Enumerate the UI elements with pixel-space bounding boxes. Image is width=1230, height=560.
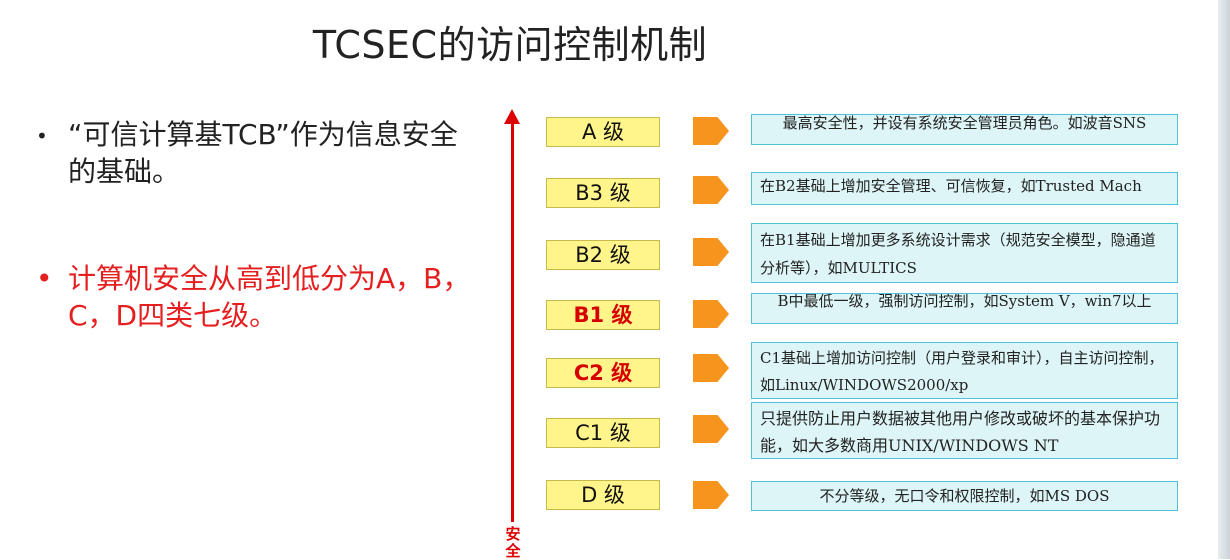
slide-edge [1218, 0, 1230, 559]
level-b1-box: B1 级 [546, 300, 660, 330]
bullet-tcb: • “可信计算基TCB”作为信息安全的基础。 [36, 116, 476, 190]
pentagon-arrow-icon [693, 176, 729, 204]
level-c2-box: C2 级 [546, 358, 660, 388]
level-a-desc: 最高安全性，并设有系统安全管理员角色。如波音SNS [751, 114, 1178, 145]
slide-title: TCSEC的访问控制机制 [312, 23, 708, 67]
level-c2-desc: C1基础上增加访问控制（用户登录和审计），自主访问控制，如Linux/WINDO… [751, 342, 1178, 399]
pentagon-arrow-icon [693, 481, 729, 509]
pentagon-arrow-icon [693, 117, 729, 145]
pentagon-arrow-icon [693, 415, 729, 443]
arrow-up-icon [504, 109, 520, 124]
level-d-box: D 级 [546, 480, 660, 510]
pentagon-arrow-icon [693, 354, 729, 382]
pentagon-arrow-icon [693, 300, 729, 328]
security-axis-line [511, 122, 514, 522]
level-c1-desc: 只提供防止用户数据被其他用户修改或破坏的基本保护功能，如大多数商用UNIX/WI… [751, 402, 1178, 459]
bullet-levels: • 计算机安全从高到低分为A，B，C，D四类七级。 [36, 260, 476, 334]
pentagon-arrow-icon [693, 238, 729, 266]
bullet-text: “可信计算基TCB”作为信息安全的基础。 [68, 118, 458, 188]
level-c1-box: C1 级 [546, 418, 660, 448]
level-a-box: A 级 [546, 117, 660, 147]
security-axis-label: 安全 [505, 525, 521, 560]
level-b3-box: B3 级 [546, 178, 660, 208]
bullet-text: 计算机安全从高到低分为A，B，C，D四类七级。 [68, 262, 471, 332]
level-b2-box: B2 级 [546, 240, 660, 270]
level-b3-desc: 在B2基础上增加安全管理、可信恢复，如Trusted Mach [751, 172, 1178, 205]
level-d-desc: 不分等级，无口令和权限控制，如MS DOS [751, 481, 1178, 511]
bullet-marker: • [36, 262, 53, 295]
bullet-marker: • [36, 124, 48, 148]
level-b2-desc: 在B1基础上增加更多系统设计需求（规范安全模型，隐通道分析等），如MULTICS [751, 223, 1178, 283]
level-b1-desc: B中最低一级，强制访问控制，如System V，win7以上 [751, 293, 1178, 324]
